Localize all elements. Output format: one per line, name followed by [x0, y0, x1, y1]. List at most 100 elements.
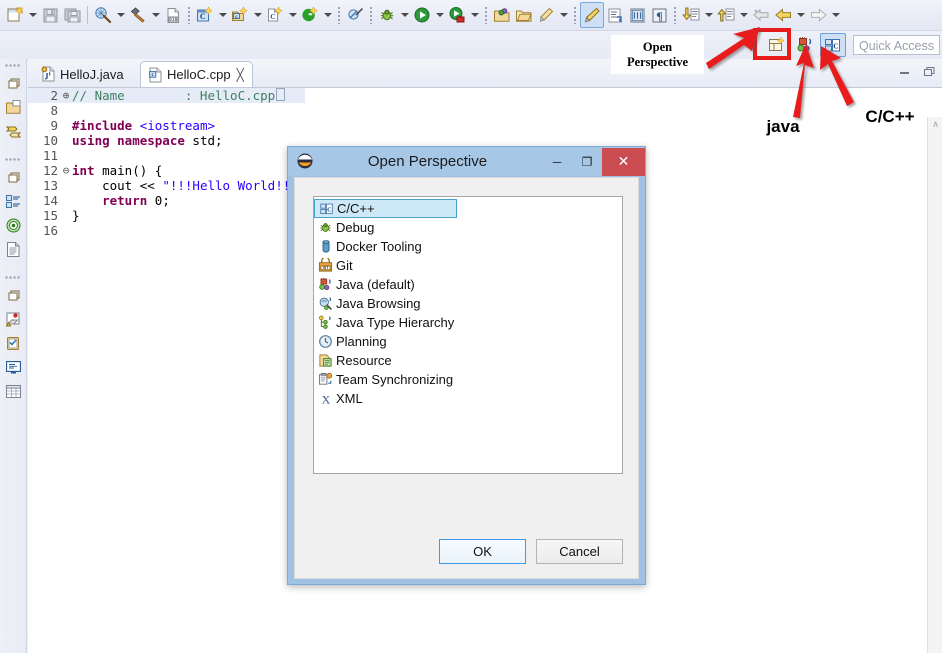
restore-icon-3[interactable] — [1, 284, 25, 307]
previous-annotation-icon — [715, 4, 737, 26]
minimize-icon[interactable] — [898, 67, 911, 81]
console-icon[interactable] — [1, 356, 25, 379]
tab-helloj-java[interactable]: ! HelloJ.java — [34, 61, 132, 87]
build-all-button[interactable] — [92, 2, 127, 28]
perspective-list-item[interactable]: Java (default) — [314, 275, 622, 294]
previous-annotation-button[interactable] — [715, 2, 750, 28]
debug-bug-icon — [317, 220, 334, 236]
new-git-button[interactable] — [299, 2, 334, 28]
open-resource-button[interactable] — [513, 2, 535, 28]
chevron-down-icon[interactable] — [286, 4, 299, 26]
new-cpp-project-button[interactable]: C — [194, 2, 229, 28]
chevron-down-icon[interactable] — [321, 4, 334, 26]
run-button[interactable] — [411, 2, 446, 28]
show-whitespace-button[interactable] — [626, 2, 648, 28]
drag-handle-icon[interactable] — [5, 62, 21, 70]
perspective-list-item[interactable]: Planning — [314, 332, 622, 351]
outline-icon[interactable] — [1, 190, 25, 213]
dialog-maximize-button[interactable]: ❐ — [572, 148, 602, 176]
skip-all-breakpoints-button[interactable] — [344, 2, 366, 28]
chevron-down-icon[interactable] — [468, 4, 481, 26]
properties-icon[interactable] — [1, 380, 25, 403]
perspective-list-item[interactable]: X XML — [314, 389, 622, 408]
back-button[interactable] — [772, 2, 807, 28]
external-tools-button[interactable] — [446, 2, 481, 28]
perspective-list-item[interactable]: C C/C++ — [314, 199, 457, 218]
fold-marker-icon[interactable]: ⊖ — [60, 163, 72, 178]
cpp-file-icon: c — [148, 67, 163, 83]
block-selection-icon — [604, 4, 626, 26]
forward-button[interactable] — [807, 2, 842, 28]
annotation-button[interactable] — [535, 2, 570, 28]
next-annotation-button[interactable] — [680, 2, 715, 28]
java-perspective-icon — [794, 34, 816, 56]
code-text: int main() { — [72, 163, 163, 178]
chevron-down-icon[interactable] — [794, 4, 807, 26]
dialog-close-button[interactable]: ✕ — [602, 147, 645, 176]
perspective-list[interactable]: C C/C++ Debug Docker Tooling GIT Git Java (def… — [313, 196, 623, 474]
line-number: 14 — [42, 193, 58, 208]
binaries-button[interactable]: 010 — [162, 2, 184, 28]
make-target-icon[interactable] — [1, 214, 25, 237]
ok-button[interactable]: OK — [439, 539, 526, 564]
cancel-button[interactable]: Cancel — [536, 539, 623, 564]
java-perspective-button[interactable] — [792, 33, 818, 57]
chevron-down-icon[interactable] — [114, 4, 127, 26]
fold-marker-icon[interactable]: ⊕ — [60, 88, 72, 103]
toggle-block-selection-button[interactable] — [604, 2, 626, 28]
debug-button[interactable] — [376, 2, 411, 28]
chevron-down-icon[interactable] — [216, 4, 229, 26]
quick-access-input[interactable]: Quick Access — [852, 35, 940, 55]
left-bar-group-1 — [0, 59, 26, 148]
restore-icon-2[interactable] — [1, 166, 25, 189]
chevron-down-icon[interactable] — [702, 4, 715, 26]
save-all-button[interactable] — [61, 2, 83, 28]
drag-handle-icon-3[interactable] — [5, 274, 21, 282]
new-cpp-file-icon: C — [264, 4, 286, 26]
perspective-list-item[interactable]: Debug — [314, 218, 622, 237]
maximize-icon[interactable] — [923, 65, 936, 83]
task-list-icon[interactable] — [1, 238, 25, 261]
code-line: 16 — [28, 223, 305, 238]
tasks-icon[interactable] — [1, 332, 25, 355]
editor-vertical-scrollbar[interactable]: ∧ — [927, 117, 942, 653]
perspective-list-item[interactable]: Docker Tooling — [314, 237, 622, 256]
new-cpp-class-button[interactable]: c — [229, 2, 264, 28]
chevron-down-icon[interactable] — [251, 4, 264, 26]
back-to-button[interactable] — [750, 2, 772, 28]
tab-helloc-cpp[interactable]: c HelloC.cpp ╳ — [140, 61, 253, 87]
save-button[interactable] — [39, 2, 61, 28]
java-file-icon: ! — [41, 66, 56, 82]
code-text: // Name : HelloC.cpp — [72, 88, 286, 103]
perspective-bar: C Quick Access — [0, 31, 942, 60]
chevron-down-icon[interactable] — [737, 4, 750, 26]
perspective-list-item[interactable]: Java Browsing — [314, 294, 622, 313]
new-cpp-source-file-button[interactable]: C — [264, 2, 299, 28]
chevron-down-icon[interactable] — [149, 4, 162, 26]
chevron-down-icon[interactable] — [398, 4, 411, 26]
restore-icon[interactable] — [1, 72, 25, 95]
chevron-down-icon[interactable] — [557, 4, 570, 26]
debug-bug-icon — [376, 4, 398, 26]
toggle-word-wrap-button[interactable]: ¶ — [648, 2, 670, 28]
build-button[interactable] — [127, 2, 162, 28]
perspective-list-item[interactable]: Resource — [314, 351, 622, 370]
chevron-down-icon[interactable] — [829, 4, 842, 26]
perspective-list-item[interactable]: Java Type Hierarchy — [314, 313, 622, 332]
chevron-down-icon[interactable] — [26, 4, 39, 26]
problems-icon[interactable] — [1, 308, 25, 331]
scroll-up-icon[interactable]: ∧ — [928, 117, 942, 132]
close-icon[interactable]: ╳ — [237, 68, 244, 82]
drag-handle-icon-2[interactable] — [5, 156, 21, 164]
chevron-down-icon[interactable] — [433, 4, 446, 26]
project-explorer-icon[interactable] — [1, 96, 25, 119]
toggle-mark-occurrences-button[interactable] — [580, 2, 604, 28]
cpp-perspective-button[interactable]: C — [819, 33, 846, 57]
dialog-minimize-button[interactable]: ─ — [542, 148, 572, 176]
dialog-title-bar[interactable]: Open Perspective ─ ❐ ✕ — [288, 147, 645, 176]
new-wizard-button[interactable] — [4, 2, 39, 28]
perspective-list-item[interactable]: GIT Git — [314, 256, 622, 275]
open-type-button[interactable] — [491, 2, 513, 28]
perspective-list-item[interactable]: Team Synchronizing — [314, 370, 622, 389]
type-hierarchy-icon[interactable] — [1, 120, 25, 143]
